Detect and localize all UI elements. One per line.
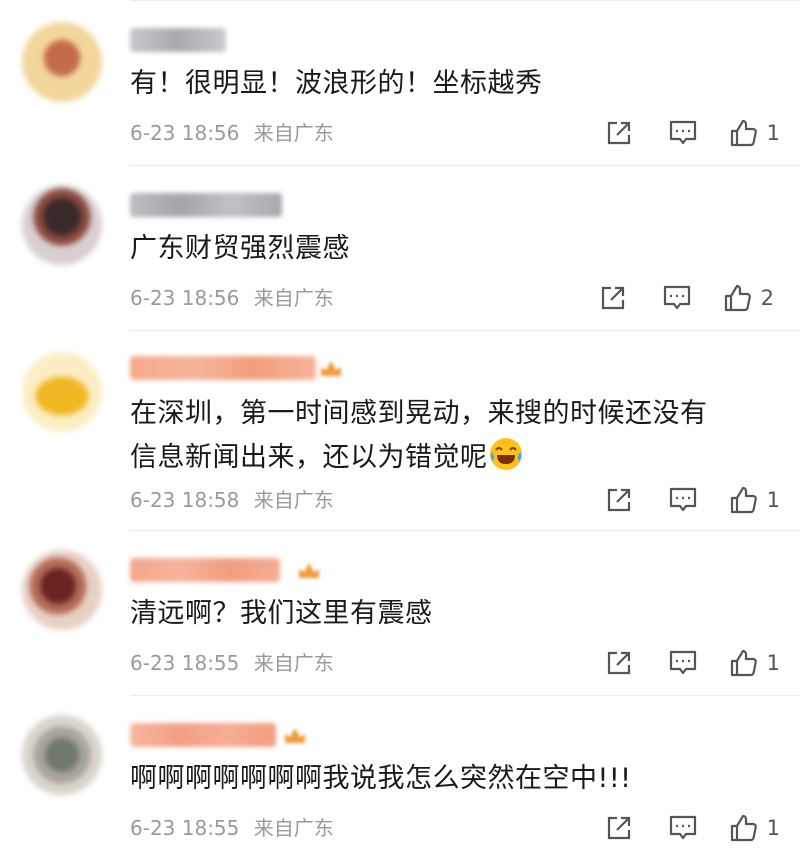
divider	[130, 530, 800, 531]
thumbs-up-icon	[730, 814, 757, 842]
vip-crown-badge	[285, 728, 305, 743]
comment-source: 来自广东	[253, 121, 334, 145]
comment-text: 有！很明显！波浪形的！坐标越秀	[130, 68, 543, 99]
avatar[interactable]	[22, 352, 102, 432]
comment-item: 清远啊？我们这里有震感 6-23 18:55 来自广东 1	[0, 530, 800, 695]
comment-meta: 6-23 18:56 来自广东	[130, 118, 334, 148]
comment-source: 来自广东	[253, 488, 334, 512]
comment-item: 在深圳，第一时间感到晃动，来搜的时候还没有 信息新闻出来，还以为错觉呢 6-23…	[0, 330, 800, 530]
comment-time: 6-23 18:56	[130, 286, 240, 310]
comment-item: 广东财贸强烈震感 6-23 18:56 来自广东 2	[0, 165, 800, 330]
comment-button[interactable]	[669, 650, 697, 676]
comment-time: 6-23 18:56	[130, 121, 240, 145]
share-button[interactable]	[605, 815, 633, 841]
comment-actions: 1	[605, 116, 780, 150]
vip-crown-badge	[299, 563, 319, 578]
like-button[interactable]: 1	[729, 118, 780, 148]
comment-button[interactable]	[663, 285, 691, 311]
username-blurred[interactable]	[130, 558, 280, 582]
comment-text-line: 信息新闻出来，还以为错觉呢	[130, 436, 770, 480]
username-blurred[interactable]	[130, 193, 282, 217]
tears-of-joy-emoji	[489, 438, 522, 470]
comment-item: 有！很明显！波浪形的！坐标越秀 6-23 18:56 来自广东 1	[0, 0, 800, 165]
like-count: 1	[766, 121, 780, 145]
share-icon	[607, 488, 630, 512]
share-icon	[601, 286, 624, 310]
like-count: 1	[766, 488, 780, 512]
comment-source: 来自广东	[253, 286, 334, 310]
comment-time: 6-23 18:55	[130, 651, 240, 675]
comment-icon	[669, 487, 696, 512]
share-button[interactable]	[599, 285, 627, 311]
comment-actions: 1	[605, 811, 780, 845]
share-button[interactable]	[605, 650, 633, 676]
share-icon	[607, 121, 630, 145]
username-blurred[interactable]	[130, 28, 226, 52]
like-count: 1	[766, 816, 780, 840]
comment-text: 在深圳，第一时间感到晃动，来搜的时候还没有 信息新闻出来，还以为错觉呢	[130, 392, 770, 480]
avatar[interactable]	[22, 550, 102, 630]
thumbs-up-icon	[730, 486, 757, 514]
comment-actions: 1	[605, 483, 780, 517]
username-blurred[interactable]	[130, 356, 316, 380]
vip-crown-badge	[321, 361, 341, 376]
share-icon	[607, 816, 630, 840]
comment-item: 啊啊啊啊啊啊啊我说我怎么突然在空中!!! 6-23 18:55 来自广东 1	[0, 695, 800, 860]
avatar[interactable]	[22, 22, 102, 102]
thumbs-up-icon	[730, 649, 757, 677]
comment-actions: 1	[605, 646, 780, 680]
like-button[interactable]: 2	[723, 283, 774, 313]
comment-text: 广东财贸强烈震感	[130, 233, 350, 264]
comment-icon	[663, 285, 690, 310]
comment-text: 啊啊啊啊啊啊啊我说我怎么突然在空中!!!	[130, 763, 632, 794]
comment-time: 6-23 18:55	[130, 816, 240, 840]
comment-actions: 2	[599, 281, 774, 315]
like-button[interactable]: 1	[729, 813, 780, 843]
comment-icon	[669, 815, 696, 840]
comment-meta: 6-23 18:55 来自广东	[130, 648, 334, 678]
thumbs-up-icon	[730, 119, 757, 147]
comment-text-fragment: 信息新闻出来，还以为错觉呢	[130, 442, 488, 473]
share-button[interactable]	[605, 120, 633, 146]
comment-button[interactable]	[669, 815, 697, 841]
thumbs-up-icon	[724, 284, 751, 312]
share-button[interactable]	[605, 487, 633, 513]
comment-time: 6-23 18:58	[130, 488, 240, 512]
avatar[interactable]	[22, 715, 102, 795]
divider	[130, 165, 800, 166]
divider	[130, 330, 800, 331]
comment-button[interactable]	[669, 120, 697, 146]
like-count: 1	[766, 651, 780, 675]
like-count: 2	[760, 286, 774, 310]
comment-icon	[669, 650, 696, 675]
comment-meta: 6-23 18:55 来自广东	[130, 813, 334, 843]
divider	[130, 695, 800, 696]
comment-source: 来自广东	[253, 651, 334, 675]
like-button[interactable]: 1	[729, 485, 780, 515]
comment-text-line: 在深圳，第一时间感到晃动，来搜的时候还没有	[130, 398, 708, 429]
comment-source: 来自广东	[253, 816, 334, 840]
divider	[130, 0, 800, 1]
like-button[interactable]: 1	[729, 648, 780, 678]
comment-text: 清远啊？我们这里有震感	[130, 598, 433, 629]
share-icon	[607, 651, 630, 675]
username-blurred[interactable]	[130, 723, 276, 747]
comment-meta: 6-23 18:58 来自广东	[130, 485, 334, 515]
avatar[interactable]	[22, 185, 102, 265]
comment-icon	[669, 120, 696, 145]
comment-button[interactable]	[669, 487, 697, 513]
comment-meta: 6-23 18:56 来自广东	[130, 283, 334, 313]
